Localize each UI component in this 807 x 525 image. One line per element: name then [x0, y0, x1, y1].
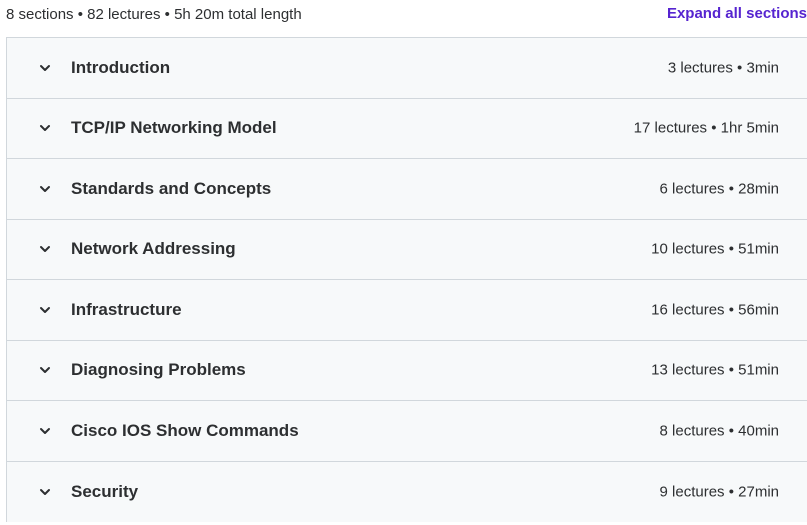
section-title: Standards and Concepts [71, 178, 272, 198]
section-title: Network Addressing [71, 239, 236, 259]
section-meta: 10 lectures • 51min [651, 240, 779, 258]
chevron-down-icon [38, 242, 52, 256]
section-meta: 8 lectures • 40min [659, 422, 779, 440]
section-title: Security [71, 481, 139, 501]
section-title: Introduction [71, 57, 171, 77]
expand-all-sections-button[interactable]: Expand all sections [667, 5, 807, 23]
section-meta: 9 lectures • 27min [659, 483, 779, 501]
curriculum-header: 8 sections • 82 lectures • 5h 20m total … [0, 0, 807, 37]
section-meta: 13 lectures • 51min [651, 361, 779, 379]
chevron-down-icon [38, 303, 52, 317]
section-title: TCP/IP Networking Model [71, 118, 277, 138]
section-security[interactable]: Security 9 lectures • 27min [7, 461, 807, 522]
section-standards-and-concepts[interactable]: Standards and Concepts 6 lectures • 28mi… [7, 159, 807, 220]
section-network-addressing[interactable]: Network Addressing 10 lectures • 51min [7, 219, 807, 280]
chevron-down-icon [38, 61, 52, 75]
section-cisco-ios-show-commands[interactable]: Cisco IOS Show Commands 8 lectures • 40m… [7, 401, 807, 462]
chevron-down-icon [38, 424, 52, 438]
chevron-down-icon [38, 363, 52, 377]
curriculum-sections-list: Introduction 3 lectures • 3min TCP/IP Ne… [6, 37, 807, 522]
section-introduction[interactable]: Introduction 3 lectures • 3min [7, 38, 807, 99]
section-title: Diagnosing Problems [71, 360, 246, 380]
chevron-down-icon [38, 485, 52, 499]
curriculum-summary: 8 sections • 82 lectures • 5h 20m total … [6, 6, 302, 23]
section-meta: 16 lectures • 56min [651, 301, 779, 319]
section-tcp-ip-networking-model[interactable]: TCP/IP Networking Model 17 lectures • 1h… [7, 98, 807, 159]
section-meta: 3 lectures • 3min [667, 59, 779, 77]
section-diagnosing-problems[interactable]: Diagnosing Problems 13 lectures • 51min [7, 340, 807, 401]
section-meta: 6 lectures • 28min [659, 180, 779, 198]
section-title: Infrastructure [71, 299, 182, 319]
section-title: Cisco IOS Show Commands [71, 420, 299, 440]
section-meta: 17 lectures • 1hr 5min [633, 119, 779, 137]
chevron-down-icon [38, 182, 52, 196]
section-infrastructure[interactable]: Infrastructure 16 lectures • 56min [7, 280, 807, 341]
chevron-down-icon [38, 121, 52, 135]
